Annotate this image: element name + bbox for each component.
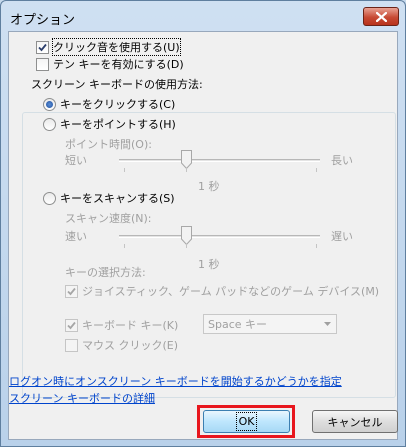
scan-speed-slider-track [119, 235, 320, 238]
dialog-body: クリック音を使用する(U) テン キーを有効にする(D) スクリーン キーボード… [8, 31, 398, 440]
cancel-label: キャンセル [327, 415, 383, 429]
title-bar[interactable]: オプション [1, 1, 405, 33]
mouse-click-label: マウス クリック(E) [82, 339, 179, 352]
scan-keys-radio[interactable] [43, 191, 56, 205]
hover-long-label: 長い [331, 154, 353, 167]
scan-fast-label: 速い [65, 230, 87, 243]
ok-button[interactable]: OK [203, 410, 290, 433]
hover-time-slider-thumb[interactable] [181, 150, 192, 169]
logon-settings-link[interactable]: ログオン時にオンスクリーン キーボードを開始するかどうかを指定 [9, 373, 342, 389]
check-icon [67, 287, 76, 295]
scan-speed-value: 1 秒 [198, 258, 220, 271]
click-sound-checkbox[interactable] [36, 40, 49, 54]
cancel-button[interactable]: キャンセル [312, 410, 398, 433]
numpad-checkbox[interactable] [36, 57, 49, 71]
keyboard-key-select[interactable]: Space キー [203, 314, 337, 334]
ok-label: OK [235, 412, 258, 431]
hover-keys-option[interactable]: キーをポイントする(H) [43, 116, 176, 132]
mouse-click-checkbox[interactable] [65, 338, 78, 352]
scan-slow-label: 遅い [331, 230, 353, 243]
slider-tick [316, 168, 317, 172]
radio-selected-dot [46, 100, 53, 108]
keyboard-key-select-value: Space キー [208, 318, 268, 331]
scan-speed-slider-thumb[interactable] [181, 226, 192, 245]
slider-tick [316, 244, 317, 248]
hover-time-label: ポイント時間(O): [65, 138, 152, 151]
keyboard-key-checkbox[interactable] [65, 318, 78, 332]
scan-keys-label: キーをスキャンする(S) [60, 192, 175, 205]
scan-keys-option[interactable]: キーをスキャンする(S) [43, 190, 175, 206]
scan-speed-label: スキャン速度(N): [65, 212, 152, 225]
hover-time-slider-track [119, 159, 320, 162]
mouse-click-option[interactable]: マウス クリック(E) [65, 337, 178, 353]
click-keys-label: キーをクリックする(C) [60, 98, 176, 111]
usage-method-label: スクリーン キーボードの使用方法: [29, 76, 205, 92]
window-title: オプション [10, 13, 76, 28]
hover-keys-radio[interactable] [43, 117, 56, 131]
click-keys-radio[interactable] [43, 97, 56, 111]
numpad-option[interactable]: テン キーを有効にする(D) [36, 56, 184, 72]
keyboard-key-option[interactable]: キーボード キー(K) [65, 317, 178, 333]
click-sound-label: クリック音を使用する(U) [52, 38, 181, 56]
slider-tick [186, 244, 187, 248]
check-icon [67, 321, 76, 329]
chevron-down-icon [324, 322, 331, 326]
details-link[interactable]: スクリーン キーボードの詳細 [9, 390, 155, 406]
hover-time-value: 1 秒 [198, 180, 220, 193]
joystick-option[interactable]: ジョイスティック、ゲーム パッドなどのゲーム デバイス(M) [65, 283, 379, 299]
hover-keys-label: キーをポイントする(H) [60, 118, 176, 131]
joystick-checkbox[interactable] [65, 284, 78, 298]
check-icon [38, 43, 47, 51]
slider-tick [186, 168, 187, 172]
close-button[interactable] [363, 7, 399, 26]
keyboard-key-label: キーボード キー(K) [82, 319, 179, 332]
close-icon [375, 11, 387, 22]
slider-tick [124, 168, 125, 172]
joystick-label: ジョイスティック、ゲーム パッドなどのゲーム デバイス(M) [82, 285, 380, 298]
click-keys-option[interactable]: キーをクリックする(C) [43, 96, 175, 112]
slider-tick [124, 244, 125, 248]
click-sound-option[interactable]: クリック音を使用する(U) [36, 38, 181, 56]
options-dialog: オプション クリック音を使用する(U) テン キーを有効にする(D) スクリーン… [0, 0, 406, 447]
hover-short-label: 短い [65, 154, 87, 167]
select-method-label: キーの選択方法: [65, 266, 146, 279]
numpad-label: テン キーを有効にする(D) [53, 58, 184, 71]
